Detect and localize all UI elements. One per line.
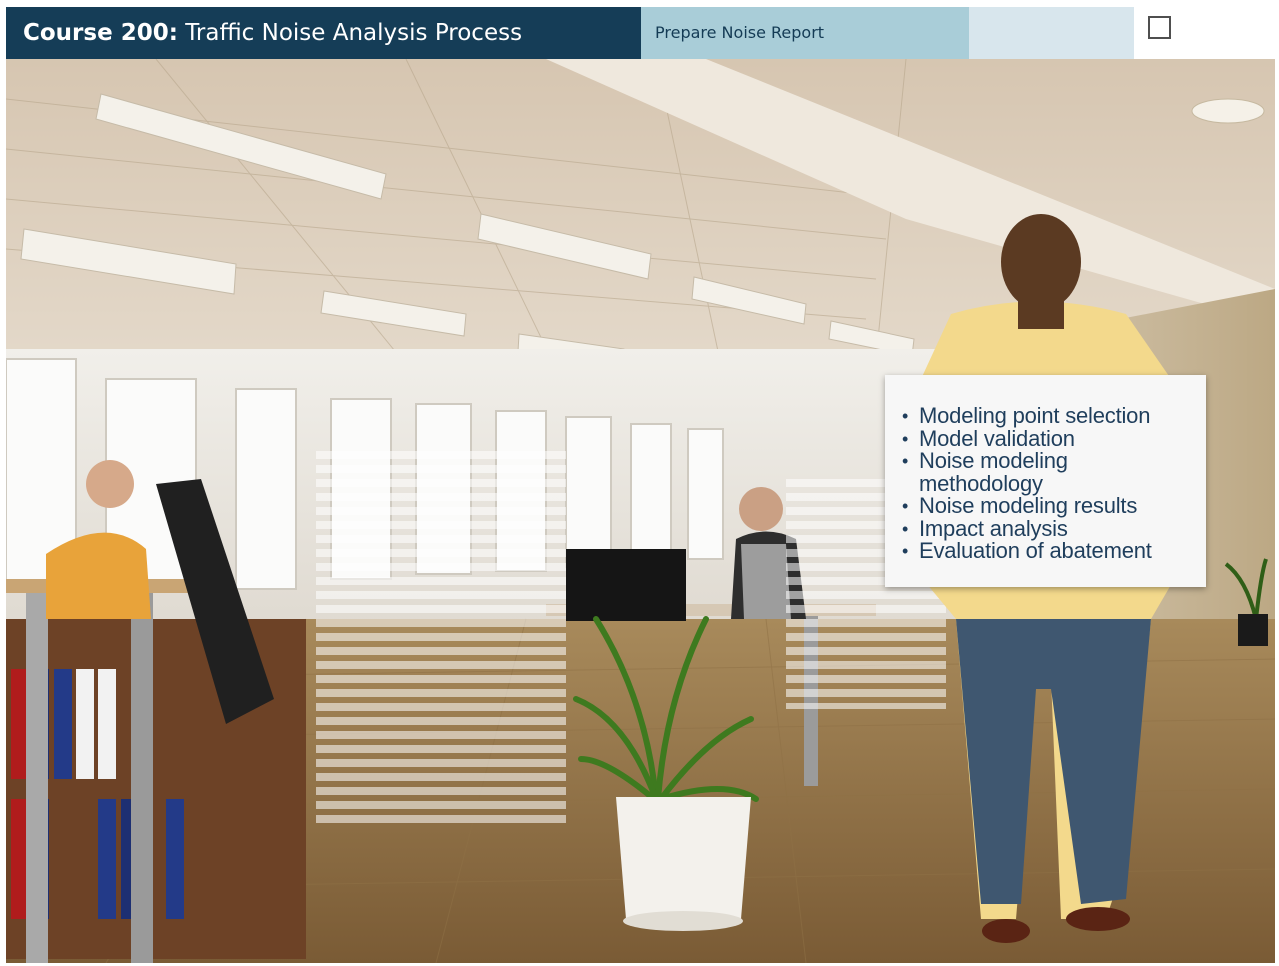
office-scene: Modeling point selection Model validatio… (6, 59, 1275, 963)
course-number: Course 200: (23, 20, 178, 46)
course-title-bar: Course 200: Traffic Noise Analysis Proce… (6, 7, 641, 59)
section-tab-prepare-noise-report[interactable]: Prepare Noise Report (641, 7, 969, 59)
sign-item: Noise modeling results (902, 494, 1196, 518)
sign-item: Model validation (902, 427, 1196, 451)
course-title: Traffic Noise Analysis Process (185, 20, 523, 46)
sign-item: Impact analysis (902, 517, 1196, 541)
sign-item: Modeling point selection (902, 404, 1196, 428)
sign-item: Noise modeling methodology (902, 449, 1196, 495)
course-header: Course 200: Traffic Noise Analysis Proce… (6, 7, 1273, 59)
presenter-sign: Modeling point selection Model validatio… (885, 375, 1206, 587)
blank-tab (969, 7, 1134, 59)
sign-item: Evaluation of abatement (902, 539, 1196, 563)
checkbox[interactable] (1148, 16, 1171, 39)
header-controls (1134, 7, 1273, 59)
sign-topic-list: Modeling point selection Model validatio… (902, 404, 1196, 563)
